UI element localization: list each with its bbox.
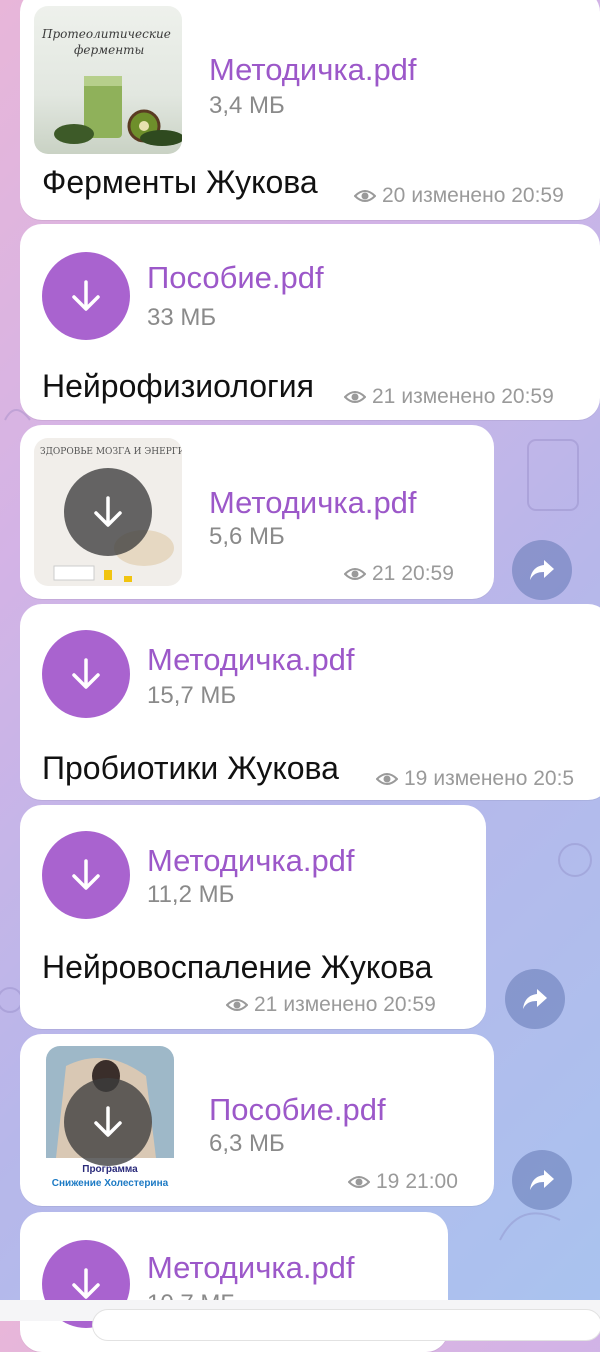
- file-name[interactable]: Методичка.pdf: [209, 485, 417, 521]
- message-meta: 21 изменено 20:59: [344, 385, 554, 409]
- svg-text:ферменты: ферменты: [74, 43, 144, 57]
- file-size: 11,2 МБ: [147, 881, 235, 908]
- view-count: 20: [382, 184, 406, 207]
- document-thumbnail[interactable]: Протеолитические ферменты: [34, 6, 182, 154]
- message-meta: 19 21:00: [348, 1170, 458, 1194]
- download-button[interactable]: [42, 252, 130, 340]
- message-time: изменено 20:59: [401, 385, 554, 408]
- svg-text:Снижение Холестерина: Снижение Холестерина: [52, 1178, 169, 1189]
- document-thumbnail[interactable]: Программа Снижение Холестерина: [46, 1046, 174, 1194]
- message-caption: Нейровоспаление Жукова: [42, 949, 433, 985]
- download-arrow-icon: [72, 280, 100, 311]
- download-button[interactable]: [42, 831, 130, 919]
- views-eye-icon: [344, 391, 366, 403]
- file-name[interactable]: Методичка.pdf: [147, 1250, 355, 1286]
- share-arrow-icon: [530, 560, 554, 580]
- download-button[interactable]: [64, 1078, 152, 1166]
- download-arrow-icon: [94, 1106, 122, 1137]
- message-bubble-2[interactable]: Пособие.pdf 33 МБ Нейрофизиология 21 изм…: [20, 224, 600, 420]
- share-arrow-icon: [530, 1170, 554, 1190]
- message-caption: Пробиотики Жукова: [42, 750, 339, 786]
- view-count: 21: [372, 385, 396, 408]
- message-meta: 21 20:59: [344, 562, 454, 586]
- view-count: 19: [376, 1170, 400, 1193]
- message-input[interactable]: [92, 1309, 600, 1341]
- file-name[interactable]: Методичка.pdf: [209, 52, 417, 88]
- views-eye-icon: [376, 773, 398, 785]
- share-button[interactable]: [512, 540, 572, 600]
- message-time: изменено 20:59: [411, 184, 564, 207]
- file-size: 33 МБ: [147, 304, 217, 331]
- file-name[interactable]: Методичка.pdf: [147, 843, 355, 879]
- message-bubble-1[interactable]: Протеолитические ферменты Методичка.pdf …: [20, 0, 600, 220]
- download-arrow-icon: [72, 658, 100, 689]
- message-meta: 21 изменено 20:59: [226, 993, 436, 1017]
- views-eye-icon: [226, 999, 248, 1011]
- message-caption: Ферменты Жукова: [42, 164, 318, 200]
- document-thumbnail[interactable]: ЗДОРОВЬЕ МОЗГА И ЭНЕРГИЯ: [34, 438, 182, 586]
- view-count: 21: [372, 562, 396, 585]
- views-eye-icon: [348, 1176, 370, 1188]
- file-name[interactable]: Пособие.pdf: [209, 1092, 386, 1128]
- file-name[interactable]: Пособие.pdf: [147, 260, 324, 296]
- download-arrow-icon: [72, 859, 100, 890]
- message-time: 21:00: [405, 1170, 458, 1193]
- message-time: изменено 20:5: [433, 767, 575, 790]
- message-meta: 20 изменено 20:59: [354, 184, 564, 208]
- message-meta: 19 изменено 20:5: [376, 767, 574, 791]
- svg-text:Протеолитические: Протеолитические: [41, 27, 171, 41]
- file-size: 15,7 МБ: [147, 682, 237, 709]
- message-time: 20:59: [401, 562, 454, 585]
- file-size: 5,6 МБ: [209, 523, 285, 550]
- download-arrow-icon: [94, 496, 122, 527]
- message-bubble-5[interactable]: Методичка.pdf 11,2 МБ Нейровоспаление Жу…: [20, 805, 486, 1029]
- share-arrow-icon: [523, 989, 547, 1009]
- download-button[interactable]: [42, 630, 130, 718]
- file-size: 3,4 МБ: [209, 92, 285, 119]
- views-eye-icon: [344, 568, 366, 580]
- share-button[interactable]: [512, 1150, 572, 1210]
- file-size: 6,3 МБ: [209, 1130, 285, 1157]
- views-eye-icon: [354, 190, 376, 202]
- svg-text:ЗДОРОВЬЕ МОЗГА И ЭНЕРГИЯ: ЗДОРОВЬЕ МОЗГА И ЭНЕРГИЯ: [40, 447, 182, 457]
- message-bubble-6[interactable]: Программа Снижение Холестерина Пособие.p…: [20, 1034, 494, 1206]
- message-bubble-3[interactable]: ЗДОРОВЬЕ МОЗГА И ЭНЕРГИЯ Методичка.pdf 5…: [20, 425, 494, 599]
- view-count: 21: [254, 993, 278, 1016]
- message-time: изменено 20:59: [283, 993, 436, 1016]
- view-count: 19: [404, 767, 428, 790]
- message-bubble-4[interactable]: Методичка.pdf 15,7 МБ Пробиотики Жукова …: [20, 604, 600, 800]
- download-arrow-icon: [72, 1268, 100, 1299]
- kiwi-juice-image: Протеолитические ферменты: [41, 27, 182, 146]
- download-button[interactable]: [64, 468, 152, 556]
- share-button[interactable]: [505, 969, 565, 1029]
- file-name[interactable]: Методичка.pdf: [147, 642, 355, 678]
- message-caption: Нейрофизиология: [42, 368, 314, 404]
